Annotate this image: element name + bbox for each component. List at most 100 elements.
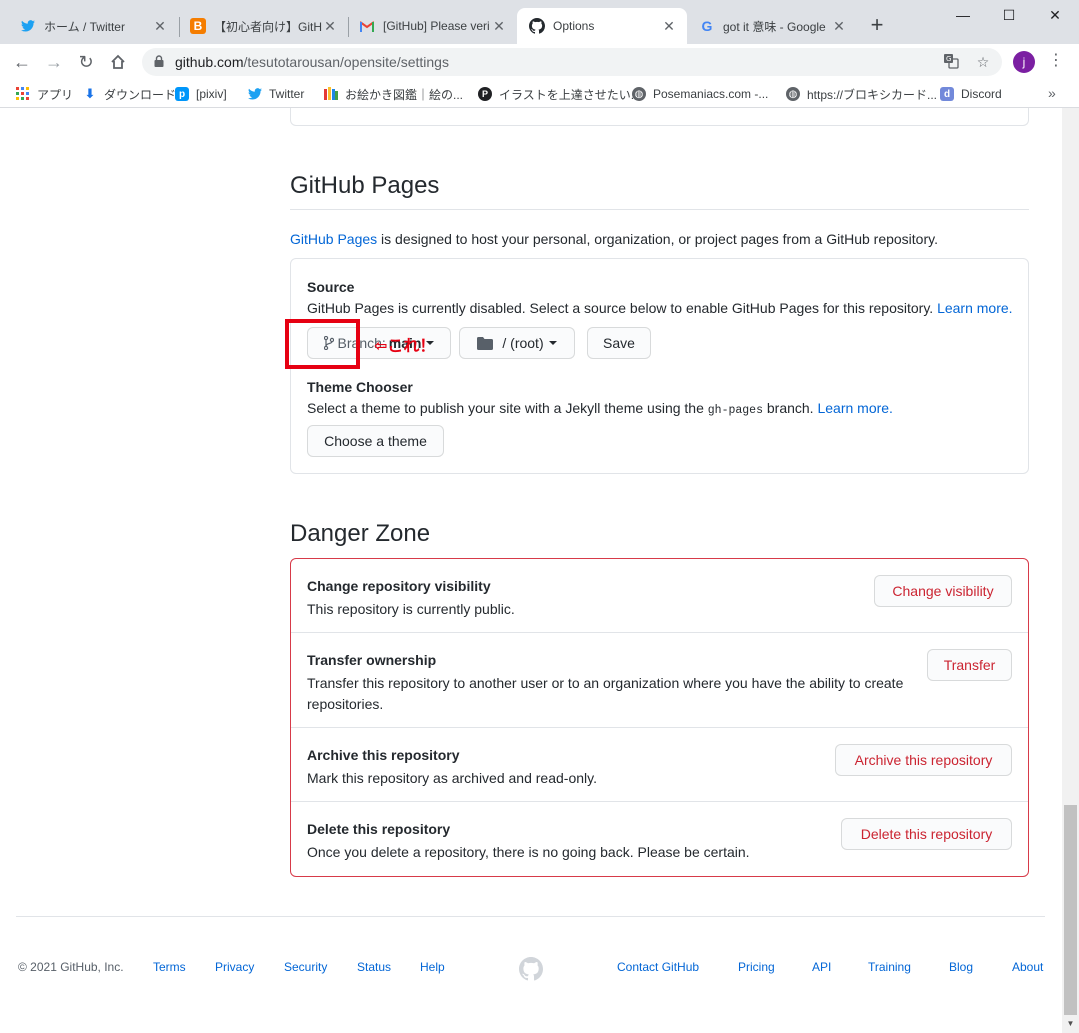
description-text: is designed to host your personal, organ… [377,231,938,247]
choose-theme-button[interactable]: Choose a theme [307,425,444,457]
folder-value: / (root) [502,335,544,351]
bookmark-proxycard[interactable]: ◍ https://ブロキシカード... [786,85,937,103]
danger-row-archive: Archive this repository Mark this reposi… [291,728,1028,802]
footer-link-blog[interactable]: Blog [949,960,973,974]
page-scrollbar[interactable]: ▼ [1062,108,1079,1033]
footer-link-status[interactable]: Status [357,960,391,974]
tab-google[interactable]: G got it 意味 - Google ✕ [687,8,857,44]
footer-link-pricing[interactable]: Pricing [738,960,775,974]
bookmark-download[interactable]: ⬇ ダウンロード [83,85,176,103]
translate-icon[interactable]: G [942,53,960,71]
bookmark-label: ダウンロード [104,87,177,102]
oekaki-icon [324,87,338,101]
bookmark-label: お絵かき図鑑｜絵の... [345,87,464,102]
close-icon[interactable]: ✕ [661,18,677,35]
tab-blogger[interactable]: B 【初心者向け】GitHub ✕ [170,8,348,44]
forward-arrow-icon[interactable]: → [42,50,66,74]
twitter-icon [248,87,262,101]
maximize-button[interactable]: ☐ [986,4,1032,26]
github-pages-link[interactable]: GitHub Pages [290,231,377,247]
bookmark-twitter[interactable]: Twitter [248,85,304,103]
bookmark-star-icon[interactable]: ☆ [974,53,992,71]
footer-link-privacy[interactable]: Privacy [215,960,254,974]
delete-repository-button[interactable]: Delete this repository [841,818,1012,850]
save-highlight-box [285,319,360,369]
footer-copyright: © 2021 GitHub, Inc. [18,960,124,974]
browser-menu-icon[interactable]: ⋮ [1048,50,1064,74]
discord-icon: d [940,87,954,101]
close-icon[interactable]: ✕ [831,18,847,35]
url-path: /tesutotarousan/opensite/settings [243,54,449,70]
bookmarks-overflow-button[interactable]: » [1048,85,1056,101]
google-icon: G [701,18,713,34]
blogger-icon: B [190,18,206,34]
bookmark-label: [pixiv] [196,87,227,101]
tab-gmail[interactable]: [GitHub] Please veri ✕ [339,8,517,44]
svg-text:G: G [946,55,951,63]
minimize-button[interactable]: — [940,4,986,26]
github-pages-heading: GitHub Pages [290,172,440,199]
archive-repository-button[interactable]: Archive this repository [835,744,1012,776]
theme-chooser-label: Theme Chooser [307,379,413,395]
danger-row-desc: Transfer this repository to another user… [307,675,904,712]
source-label: Source [307,279,355,295]
reload-icon[interactable]: ↻ [74,50,98,74]
danger-row-title: Delete this repository [307,821,451,837]
browser-toolbar: ← → ↻ github.com/tesutotarousan/opensite… [0,44,1079,80]
save-button[interactable]: Save [587,327,651,359]
home-icon[interactable] [106,50,130,74]
bookmarks-bar: アプリ ⬇ ダウンロード p [pixiv] Twitter お絵かき図鑑｜絵の… [0,80,1079,108]
github-pages-settings-box: Source GitHub Pages is currently disable… [290,258,1029,474]
folder-icon [477,336,494,350]
new-tab-button[interactable]: + [866,12,888,40]
bookmark-label: Posemaniacs.com -... [653,87,769,101]
address-bar[interactable]: github.com/tesutotarousan/opensite/setti… [142,48,1002,76]
url-host: github.com [175,54,244,70]
window-close-button[interactable]: ✕ [1032,4,1078,26]
footer-link-about[interactable]: About [1012,960,1043,974]
folder-select[interactable]: / (root) [459,327,575,359]
footer-link-api[interactable]: API [812,960,831,974]
heading-divider [290,209,1029,210]
bookmark-illust[interactable]: P イラストを上達させたい... [478,85,641,103]
bookmark-oekaki[interactable]: お絵かき図鑑｜絵の... [324,85,463,103]
bookmark-posemaniacs[interactable]: ◍ Posemaniacs.com -... [632,85,768,103]
scroll-down-arrow-icon[interactable]: ▼ [1066,1019,1075,1028]
danger-row-desc: Once you delete a repository, there is n… [307,844,750,860]
bookmark-label: Discord [961,87,1002,101]
bookmark-label: https://ブロキシカード... [807,87,938,102]
footer-link-contact[interactable]: Contact GitHub [617,960,699,974]
tab-title: 【初心者向け】GitHub [214,19,322,34]
learn-more-link[interactable]: Learn more. [937,300,1012,316]
footer-link-training[interactable]: Training [868,960,911,974]
bookmark-label: Twitter [269,87,305,101]
download-icon: ⬇ [84,86,96,101]
theme-note-text: Select a theme to publish your site with… [307,400,708,416]
transfer-button[interactable]: Transfer [927,649,1012,681]
profile-avatar[interactable]: j [1013,51,1035,73]
tab-title: [GitHub] Please veri [383,19,490,33]
tab-options[interactable]: Options ✕ [517,8,687,44]
github-logo-icon[interactable] [519,957,543,981]
github-icon [529,18,545,34]
scrollbar-thumb[interactable] [1064,805,1077,1015]
close-icon[interactable]: ✕ [322,18,338,35]
danger-row-title: Transfer ownership [307,652,437,668]
close-icon[interactable]: ✕ [152,18,168,35]
theme-learn-more-link[interactable]: Learn more. [817,400,892,416]
theme-chooser-note: Select a theme to publish your site with… [307,400,893,417]
footer-link-security[interactable]: Security [284,960,327,974]
footer-link-terms[interactable]: Terms [153,960,186,974]
footer-link-help[interactable]: Help [420,960,445,974]
close-icon[interactable]: ✕ [491,18,507,35]
tab-twitter[interactable]: ホーム / Twitter ✕ [0,8,178,44]
browser-tab-strip: ホーム / Twitter ✕ B 【初心者向け】GitHub ✕ [GitHu… [0,0,1079,44]
previous-section-box [290,108,1029,126]
twitter-icon [20,18,36,34]
danger-row-delete: Delete this repository Once you delete a… [291,802,1028,876]
bookmark-discord[interactable]: d Discord [940,85,1002,103]
bookmark-pixiv[interactable]: p [pixiv] [175,85,227,103]
change-visibility-button[interactable]: Change visibility [874,575,1012,607]
bookmark-apps[interactable]: アプリ [16,85,73,103]
back-arrow-icon[interactable]: ← [10,50,34,74]
